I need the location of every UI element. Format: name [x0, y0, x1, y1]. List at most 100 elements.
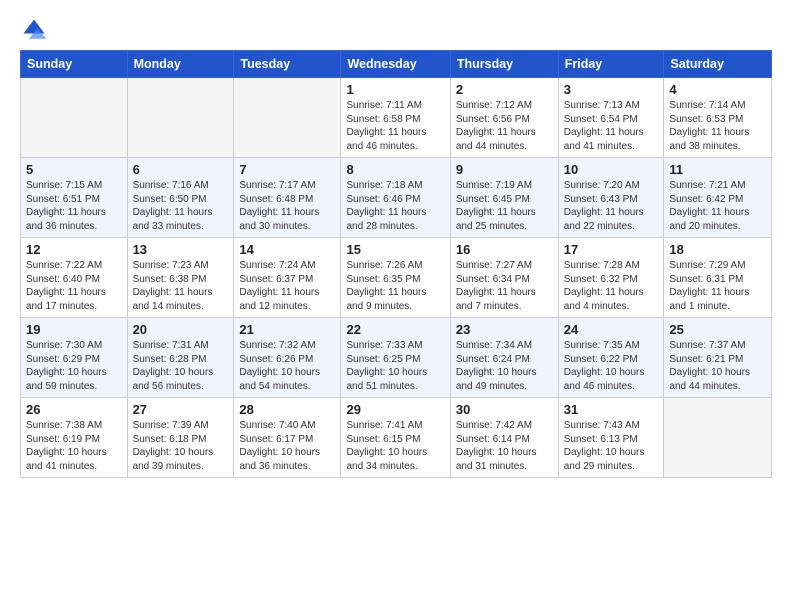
day-number: 31	[564, 402, 659, 417]
day-info: Sunrise: 7:43 AM Sunset: 6:13 PM Dayligh…	[564, 419, 659, 473]
day-cell: 31 Sunrise: 7:43 AM Sunset: 6:13 PM Dayli…	[558, 398, 664, 478]
day-cell: 27 Sunrise: 7:39 AM Sunset: 6:18 PM Dayli…	[127, 398, 234, 478]
col-header-saturday: Saturday	[664, 51, 772, 78]
day-cell: 23Sunrise: 7:34 AM Sunset: 6:24 PM Dayli…	[450, 318, 558, 398]
day-cell: 25Sunrise: 7:37 AM Sunset: 6:21 PM Dayli…	[664, 318, 772, 398]
week-row-2: 5 Sunrise: 7:15 AM Sunset: 6:51 PM Daylig…	[21, 158, 772, 238]
day-info: Sunrise: 7:18 AM Sunset: 6:46 PM Dayligh…	[346, 179, 444, 233]
day-info: Sunrise: 7:22 AM Sunset: 6:40 PM Dayligh…	[26, 259, 122, 313]
day-info: Sunrise: 7:42 AM Sunset: 6:14 PM Dayligh…	[456, 419, 553, 473]
day-number: 1	[346, 82, 444, 97]
day-number: 30	[456, 402, 553, 417]
day-cell: 11 Sunrise: 7:21 AM Sunset: 6:42 PM Dayli…	[664, 158, 772, 238]
day-number: 4	[669, 82, 766, 97]
day-cell: 13 Sunrise: 7:23 AM Sunset: 6:38 PM Dayli…	[127, 238, 234, 318]
col-header-wednesday: Wednesday	[341, 51, 450, 78]
day-cell: 17 Sunrise: 7:28 AM Sunset: 6:32 PM Dayli…	[558, 238, 664, 318]
day-cell	[664, 398, 772, 478]
day-number: 11	[669, 162, 766, 177]
day-number: 13	[133, 242, 229, 257]
week-row-1: 1 Sunrise: 7:11 AM Sunset: 6:58 PM Daylig…	[21, 78, 772, 158]
day-cell	[21, 78, 128, 158]
day-cell: 28 Sunrise: 7:40 AM Sunset: 6:17 PM Dayli…	[234, 398, 341, 478]
day-info: Sunrise: 7:17 AM Sunset: 6:48 PM Dayligh…	[239, 179, 335, 233]
day-info: Sunrise: 7:19 AM Sunset: 6:45 PM Dayligh…	[456, 179, 553, 233]
day-cell: 9 Sunrise: 7:19 AM Sunset: 6:45 PM Daylig…	[450, 158, 558, 238]
header-row: SundayMondayTuesdayWednesdayThursdayFrid…	[21, 51, 772, 78]
day-number: 22	[346, 322, 444, 337]
day-number: 9	[456, 162, 553, 177]
day-info: Sunrise: 7:29 AM Sunset: 6:31 PM Dayligh…	[669, 259, 766, 313]
day-number: 7	[239, 162, 335, 177]
day-cell: 4 Sunrise: 7:14 AM Sunset: 6:53 PM Daylig…	[664, 78, 772, 158]
day-info: Sunrise: 7:20 AM Sunset: 6:43 PM Dayligh…	[564, 179, 659, 233]
day-info: Sunrise: 7:14 AM Sunset: 6:53 PM Dayligh…	[669, 99, 766, 153]
day-info: Sunrise: 7:12 AM Sunset: 6:56 PM Dayligh…	[456, 99, 553, 153]
day-cell: 21Sunrise: 7:32 AM Sunset: 6:26 PM Dayli…	[234, 318, 341, 398]
week-row-4: 19 Sunrise: 7:30 AM Sunset: 6:29 PM Dayli…	[21, 318, 772, 398]
day-number: 29	[346, 402, 444, 417]
day-number: 18	[669, 242, 766, 257]
col-header-thursday: Thursday	[450, 51, 558, 78]
day-cell: 6Sunrise: 7:16 AM Sunset: 6:50 PM Daylig…	[127, 158, 234, 238]
day-cell: 12 Sunrise: 7:22 AM Sunset: 6:40 PM Dayli…	[21, 238, 128, 318]
day-info: Sunrise: 7:38 AM Sunset: 6:19 PM Dayligh…	[26, 419, 122, 473]
day-cell: 1 Sunrise: 7:11 AM Sunset: 6:58 PM Daylig…	[341, 78, 450, 158]
day-number: 25	[669, 322, 766, 337]
day-number: 21	[239, 322, 335, 337]
day-cell: 24 Sunrise: 7:35 AM Sunset: 6:22 PM Dayli…	[558, 318, 664, 398]
day-number: 3	[564, 82, 659, 97]
day-number: 26	[26, 402, 122, 417]
day-info: Sunrise: 7:15 AM Sunset: 6:51 PM Dayligh…	[26, 179, 122, 233]
week-row-3: 12 Sunrise: 7:22 AM Sunset: 6:40 PM Dayli…	[21, 238, 772, 318]
day-info: Sunrise: 7:41 AM Sunset: 6:15 PM Dayligh…	[346, 419, 444, 473]
day-cell	[234, 78, 341, 158]
day-number: 17	[564, 242, 659, 257]
day-number: 12	[26, 242, 122, 257]
day-cell: 14Sunrise: 7:24 AM Sunset: 6:37 PM Dayli…	[234, 238, 341, 318]
day-number: 16	[456, 242, 553, 257]
day-cell	[127, 78, 234, 158]
day-number: 2	[456, 82, 553, 97]
day-cell: 18 Sunrise: 7:29 AM Sunset: 6:31 PM Dayli…	[664, 238, 772, 318]
day-cell: 10 Sunrise: 7:20 AM Sunset: 6:43 PM Dayli…	[558, 158, 664, 238]
day-info: Sunrise: 7:35 AM Sunset: 6:22 PM Dayligh…	[564, 339, 659, 393]
day-info: Sunrise: 7:21 AM Sunset: 6:42 PM Dayligh…	[669, 179, 766, 233]
day-info: Sunrise: 7:28 AM Sunset: 6:32 PM Dayligh…	[564, 259, 659, 313]
day-number: 10	[564, 162, 659, 177]
day-cell: 8 Sunrise: 7:18 AM Sunset: 6:46 PM Daylig…	[341, 158, 450, 238]
day-info: Sunrise: 7:40 AM Sunset: 6:17 PM Dayligh…	[239, 419, 335, 473]
day-number: 23	[456, 322, 553, 337]
day-info: Sunrise: 7:39 AM Sunset: 6:18 PM Dayligh…	[133, 419, 229, 473]
day-info: Sunrise: 7:31 AM Sunset: 6:28 PM Dayligh…	[133, 339, 229, 393]
day-cell: 15Sunrise: 7:26 AM Sunset: 6:35 PM Dayli…	[341, 238, 450, 318]
day-info: Sunrise: 7:30 AM Sunset: 6:29 PM Dayligh…	[26, 339, 122, 393]
day-number: 8	[346, 162, 444, 177]
day-cell: 20 Sunrise: 7:31 AM Sunset: 6:28 PM Dayli…	[127, 318, 234, 398]
day-number: 27	[133, 402, 229, 417]
day-number: 5	[26, 162, 122, 177]
day-cell: 3 Sunrise: 7:13 AM Sunset: 6:54 PM Daylig…	[558, 78, 664, 158]
day-cell: 2 Sunrise: 7:12 AM Sunset: 6:56 PM Daylig…	[450, 78, 558, 158]
day-cell: 26 Sunrise: 7:38 AM Sunset: 6:19 PM Dayli…	[21, 398, 128, 478]
day-info: Sunrise: 7:11 AM Sunset: 6:58 PM Dayligh…	[346, 99, 444, 153]
day-number: 24	[564, 322, 659, 337]
day-info: Sunrise: 7:16 AM Sunset: 6:50 PM Dayligh…	[133, 179, 229, 233]
header	[20, 16, 772, 44]
calendar-table: SundayMondayTuesdayWednesdayThursdayFrid…	[20, 50, 772, 478]
day-cell: 19 Sunrise: 7:30 AM Sunset: 6:29 PM Dayli…	[21, 318, 128, 398]
day-info: Sunrise: 7:33 AM Sunset: 6:25 PM Dayligh…	[346, 339, 444, 393]
day-info: Sunrise: 7:23 AM Sunset: 6:38 PM Dayligh…	[133, 259, 229, 313]
day-info: Sunrise: 7:26 AM Sunset: 6:35 PM Dayligh…	[346, 259, 444, 313]
logo	[20, 16, 50, 44]
day-cell: 5 Sunrise: 7:15 AM Sunset: 6:51 PM Daylig…	[21, 158, 128, 238]
day-number: 20	[133, 322, 229, 337]
day-number: 28	[239, 402, 335, 417]
day-cell: 22 Sunrise: 7:33 AM Sunset: 6:25 PM Dayli…	[341, 318, 450, 398]
day-cell: 30 Sunrise: 7:42 AM Sunset: 6:14 PM Dayli…	[450, 398, 558, 478]
day-number: 14	[239, 242, 335, 257]
day-cell: 29 Sunrise: 7:41 AM Sunset: 6:15 PM Dayli…	[341, 398, 450, 478]
col-header-tuesday: Tuesday	[234, 51, 341, 78]
day-number: 19	[26, 322, 122, 337]
day-info: Sunrise: 7:13 AM Sunset: 6:54 PM Dayligh…	[564, 99, 659, 153]
